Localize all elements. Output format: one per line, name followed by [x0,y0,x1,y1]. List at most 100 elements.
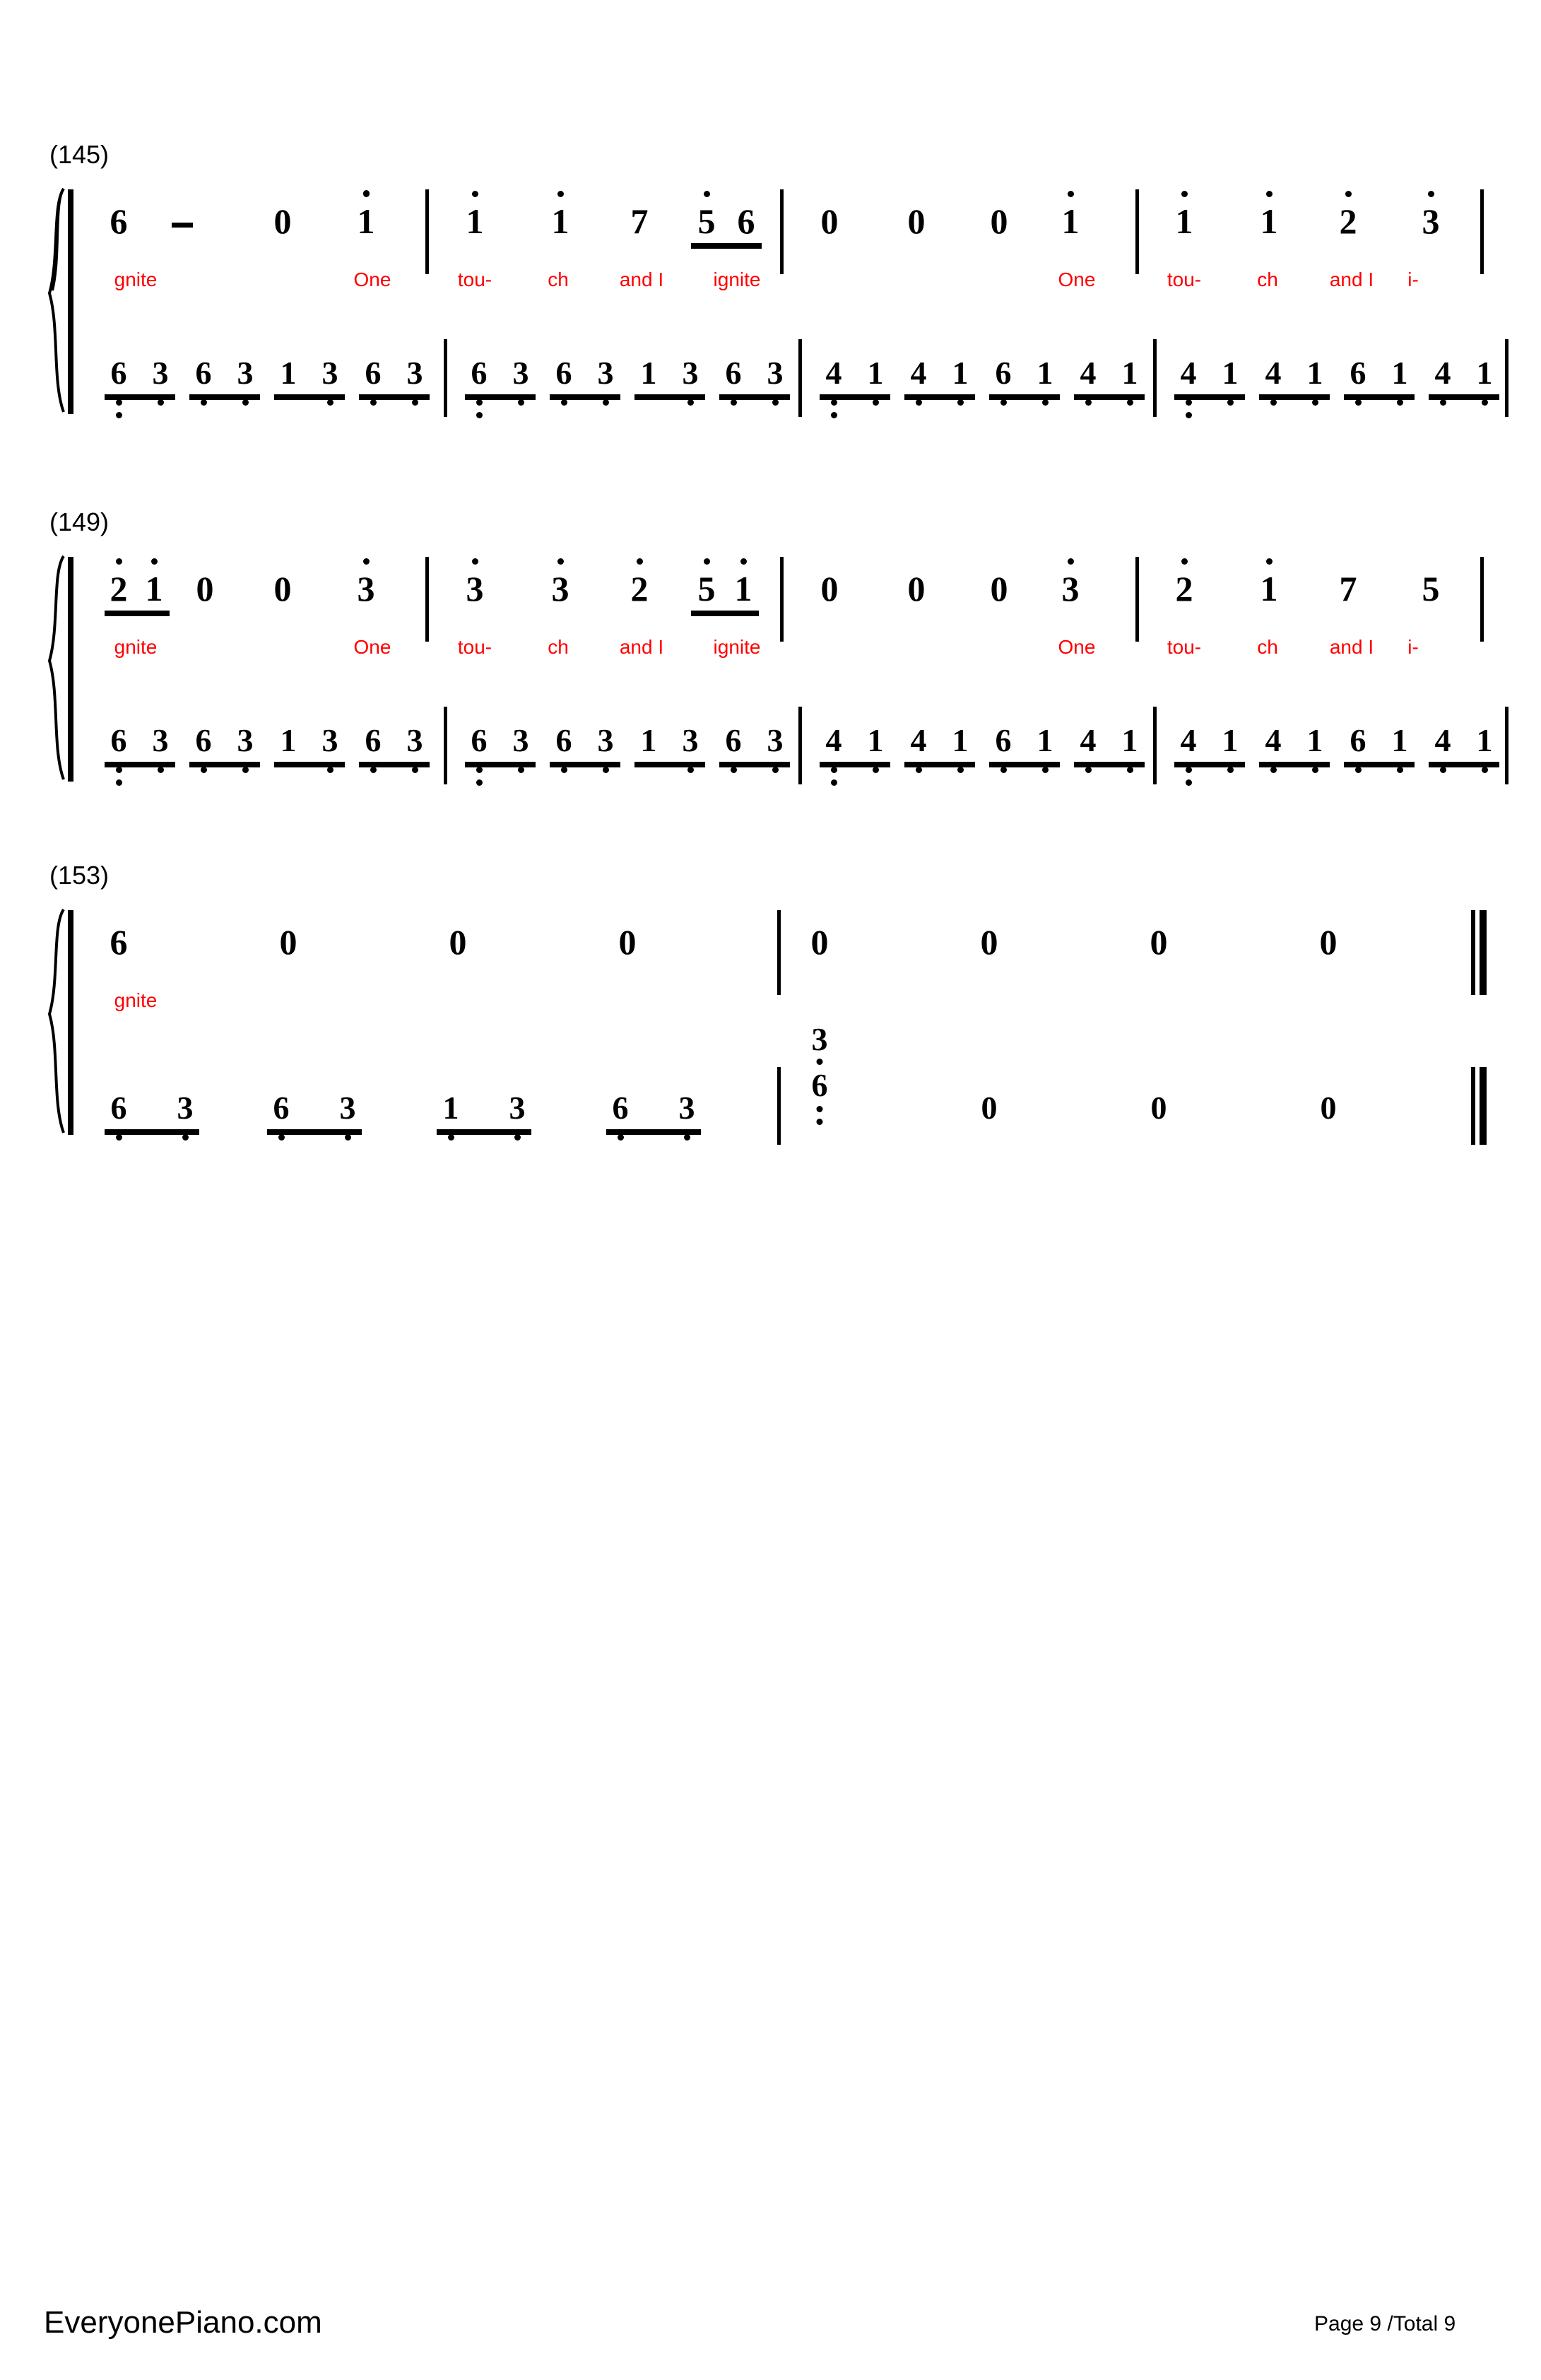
melody-note: 6 [110,201,128,241]
octave-dot-down [1354,767,1362,773]
melody-note: 1 [1062,191,1080,239]
eighth-beam [719,762,790,767]
octave-dot-down [1185,412,1192,418]
chord-note-top: 3 [811,1021,828,1057]
melody-note: 0 [196,569,214,608]
eighth-beam [820,394,890,400]
bass-note: 4 [1080,724,1097,773]
measure-number-149: (149) [49,507,110,536]
melody-note: 7 [630,201,649,241]
octave-dot-down [1311,399,1318,406]
octave-dot-down [730,767,737,773]
octave-dot-up [1265,558,1273,565]
bass-note: 1 [1037,724,1053,773]
eighth-beam [989,394,1060,400]
bass-note: 1 [868,724,884,773]
bass-note: 4 [1435,724,1451,773]
eighth-beam [1174,394,1245,400]
eighth-beam [634,762,705,767]
octave-dot-down [816,1119,823,1125]
eighth-beam [189,762,260,767]
lyric-syllable: tou- [457,269,492,290]
measure-number-153: (153) [49,861,110,890]
bass-note: 6 [111,357,127,418]
barline [780,557,784,642]
bass-note: 1 [640,355,657,391]
eighth-beam [274,762,345,767]
octave-dot-down [514,1134,521,1141]
octave-dot-down [242,399,249,406]
octave-dot-down [476,412,483,418]
melody-note: 3 [552,558,569,606]
lyric-syllable: One [1058,636,1096,658]
melody-note: 0 [449,922,467,962]
octave-dot-down [830,412,837,418]
melody-note: 1 [1260,191,1278,239]
lyric-syllable: ch [548,636,569,658]
octave-dot-down [344,1134,351,1141]
eighth-beam [606,1129,701,1135]
octave-dot-down [157,399,164,406]
bass-note: 3 [177,1092,194,1141]
eighth-beam [550,394,620,400]
bass-note: 6 [196,724,212,773]
melody-note: 5 [698,558,716,606]
octave-dot-down [1311,767,1318,773]
eighth-beam [1344,762,1415,767]
octave-dot-down [957,399,964,406]
octave-dot-down [1354,399,1362,406]
opening-barline [68,910,73,1135]
bass-rest: 0 [1150,1090,1167,1126]
octave-dot-down [447,1134,454,1141]
octave-dot-down [1396,767,1403,773]
lyric-syllable: i- [1407,636,1419,658]
melody-note: 0 [990,569,1008,608]
opening-barline [68,557,73,782]
eighth-beam [267,1129,362,1135]
lyric-syllable: and I [619,636,664,658]
octave-dot-down [326,767,333,773]
chord-note-bottom: 6 [811,1067,828,1103]
melody-note: 0 [990,201,1008,241]
octave-dot-up [703,191,710,197]
octave-dot-down [115,399,122,406]
octave-dot-down [1041,767,1049,773]
barline [425,557,429,642]
octave-dot-down [830,399,837,406]
octave-dot-up [362,191,370,197]
octave-dot-up [150,558,158,565]
bass-note: 1 [1477,724,1493,773]
bass-note: 6 [726,357,742,406]
bass-note: 4 [1181,357,1197,418]
eighth-beam [904,394,975,400]
barline [425,189,429,274]
octave-dot-down [1126,767,1133,773]
melody-note: 0 [273,201,292,241]
system-brace [42,555,66,781]
lyric-syllable: and I [619,269,664,290]
melody-note: 0 [1319,922,1338,962]
bass-note: 3 [767,357,784,406]
lyric-syllable: One [353,636,391,658]
octave-dot-down [278,1134,285,1141]
octave-dot-up [1181,558,1188,565]
bass-note: 4 [1181,724,1197,786]
eighth-beam [359,394,430,400]
bass-note: 1 [1122,724,1138,773]
bass-note: 1 [280,355,297,391]
octave-dot-down [816,1059,823,1065]
octave-dot-down [772,767,779,773]
bass-note: 3 [340,1092,356,1141]
final-barline [1471,1067,1487,1145]
octave-dot-down [1270,399,1277,406]
octave-dot-down [830,767,837,773]
octave-dot-up [1067,558,1074,565]
melody-note: 3 [1062,558,1080,606]
melody-note: 1 [1176,191,1193,239]
eighth-beam [189,394,260,400]
eighth-beam [1174,762,1245,767]
bass-note: 6 [365,357,382,406]
octave-dot-down [115,412,122,418]
octave-dot-down [370,767,377,773]
eighth-beam [550,762,620,767]
